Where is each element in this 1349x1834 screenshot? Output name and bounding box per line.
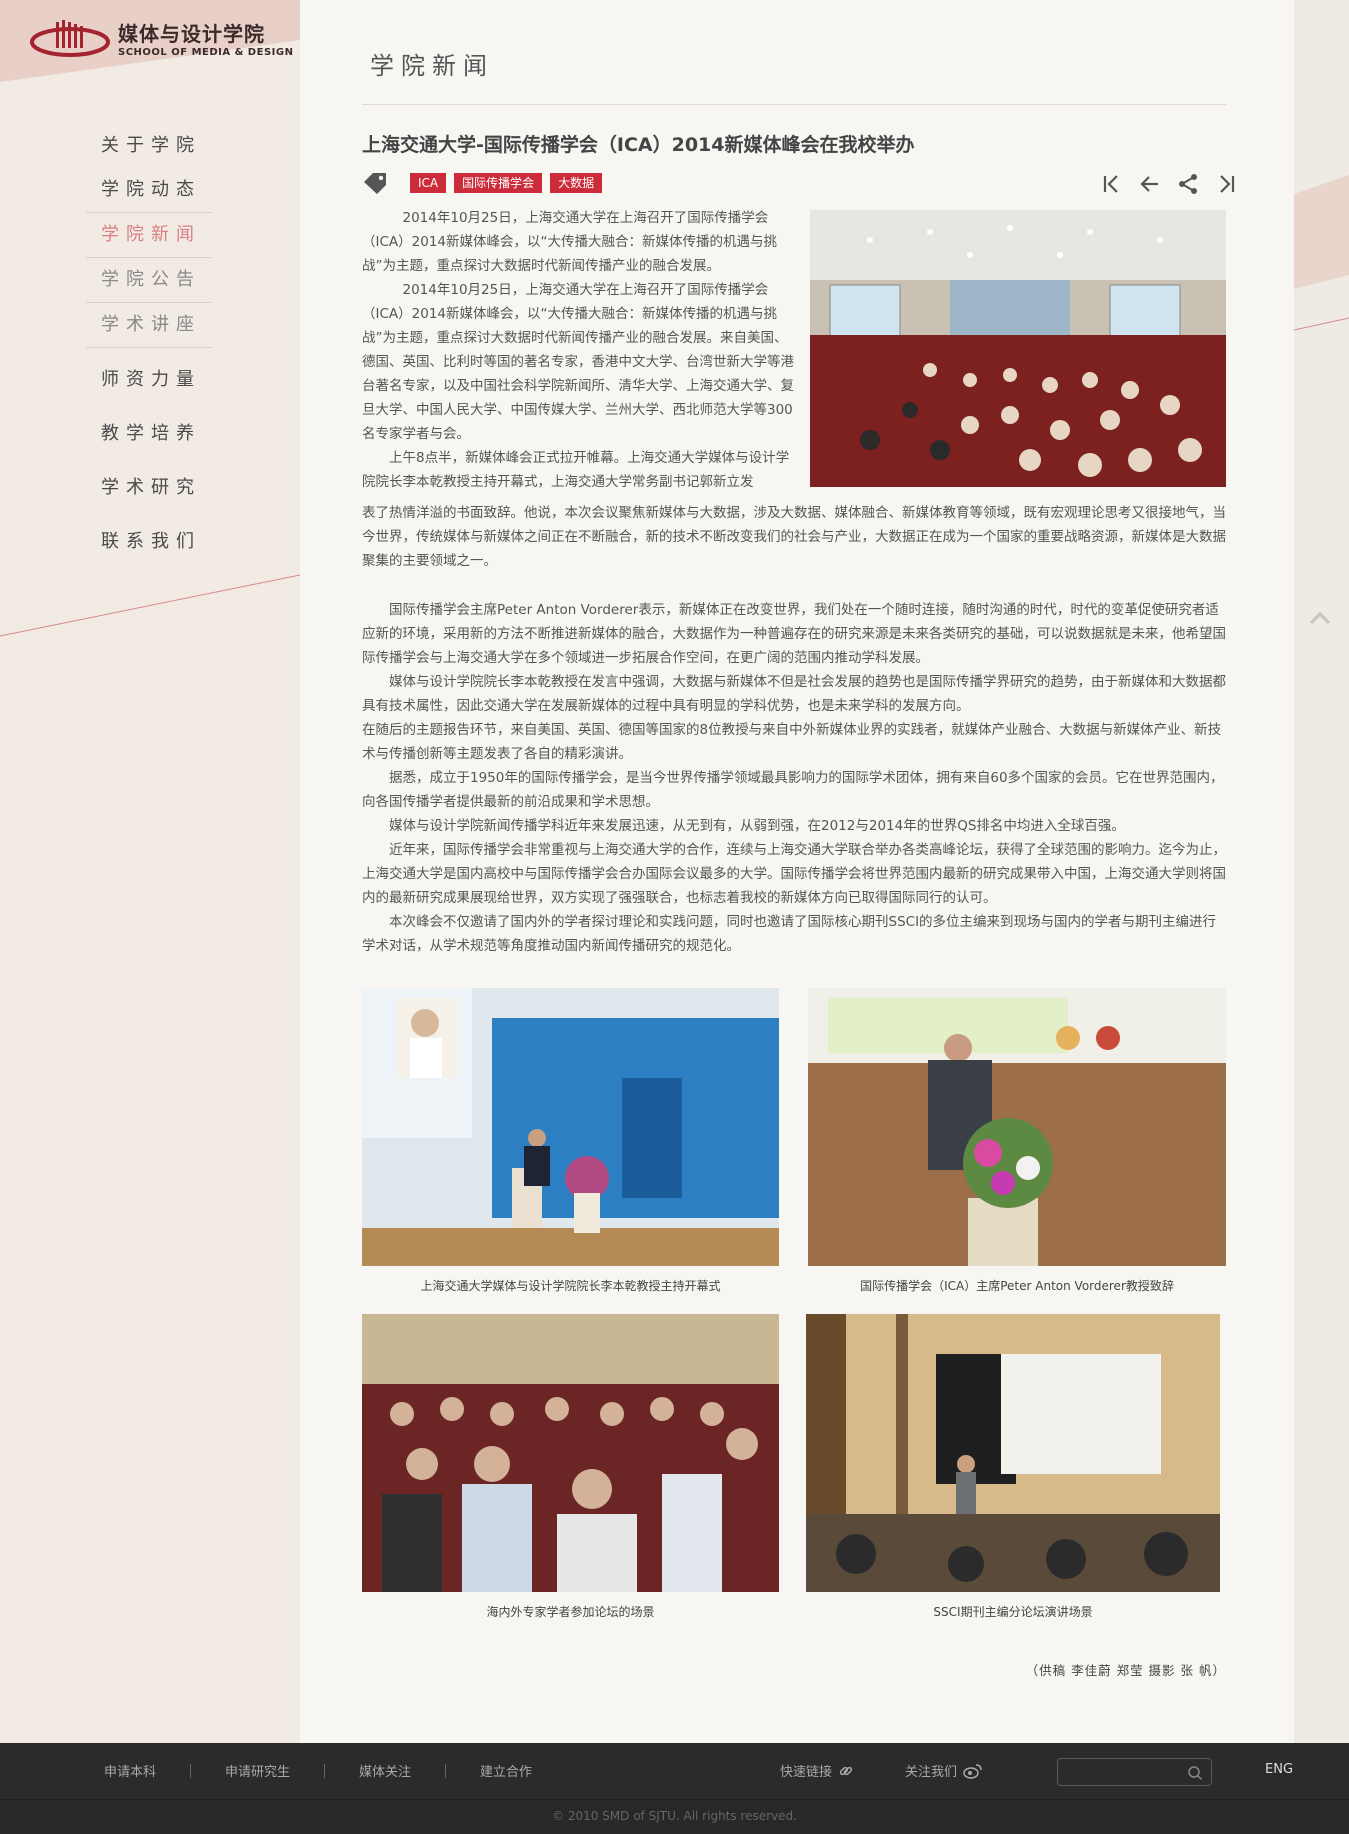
tag-ica-cn[interactable]: 国际传播学会 — [454, 173, 543, 193]
footer-links: 申请本科 申请研究生 媒体关注 建立合作 — [104, 1761, 566, 1780]
article-body-2: 国际传播学会主席Peter Anton Vorderer表示，新媒体正在改变世界… — [362, 598, 1226, 958]
title-divider — [362, 104, 1226, 105]
article-paragraph: 表了热情洋溢的书面致辞。他说，本次会议聚焦新媒体与大数据，涉及大数据、媒体融合、… — [362, 505, 1226, 569]
sidebar-item-education[interactable]: 教学培养 — [86, 412, 212, 456]
logo-name-cn: 媒体与设计学院 — [118, 22, 265, 46]
quick-links-label: 快速链接 — [780, 1765, 833, 1780]
photo-caption: 上海交通大学媒体与设计学院院长李本乾教授主持开幕式 — [420, 1279, 721, 1293]
link-icon — [839, 1766, 853, 1775]
article-toolbar — [1100, 172, 1238, 196]
quick-links-button[interactable]: 快速链接 — [780, 1761, 854, 1780]
sidebar-nav: 关于学院 学院动态 学院新闻 学院公告 学术讲座 师资力量 教学培养 学术研究 … — [86, 124, 212, 564]
section-title: 学院新闻 — [370, 52, 494, 80]
last-article-icon[interactable] — [1214, 172, 1238, 196]
photo-ica-president-speech — [808, 988, 1226, 1266]
main-content: 学院新闻 上海交通大学-国际传播学会（ICA）2014新媒体峰会在我校举办 IC… — [300, 0, 1294, 1743]
article-paragraph: 媒体与设计学院新闻传播学科近年来发展迅速，从无到有，从弱到强，在2012与201… — [389, 818, 1125, 834]
article-paragraph: 媒体与设计学院院长李本乾教授在发言中强调，大数据与新媒体不但是社会发展的趋势也是… — [362, 674, 1226, 714]
tag-row: ICA 国际传播学会 大数据 — [362, 172, 603, 194]
lead-photo-conference-hall — [810, 210, 1226, 487]
article-paragraph: 上午8点半，新媒体峰会正式拉开帷幕。上海交通大学媒体与设计学院院长李本乾教授主持… — [362, 450, 790, 490]
logo-name-en: SCHOOL OF MEDIA & DESIGN — [118, 47, 294, 58]
footer-divider — [324, 1763, 326, 1778]
photo-ssci-forum — [806, 1314, 1220, 1592]
school-logo[interactable]: 媒体与设计学院 SCHOOL OF MEDIA & DESIGN — [30, 16, 293, 60]
sidebar-item-research[interactable]: 学术研究 — [86, 466, 212, 510]
tag-ica[interactable]: ICA — [410, 173, 447, 193]
copyright: © 2010 SMD of SJTU. All rights reserved. — [552, 1809, 797, 1823]
article-paragraph: 在随后的主题报告环节，来自美国、英国、德国等国家的8位教授与来自中外新媒体业界的… — [362, 722, 1222, 762]
footer-link-media[interactable]: 媒体关注 — [359, 1761, 445, 1780]
language-switch[interactable]: ENG — [1265, 1762, 1293, 1777]
logo-mark-icon — [30, 20, 110, 57]
article-body-1: 表了热情洋溢的书面致辞。他说，本次会议聚焦新媒体与大数据，涉及大数据、媒体融合、… — [362, 501, 1226, 573]
footer-divider — [445, 1763, 447, 1778]
footer-search — [1057, 1758, 1212, 1786]
article-paragraph: 本次峰会不仅邀请了国内外的学者探讨理论和实践问题，同时也邀请了国际核心期刊SSC… — [362, 914, 1217, 954]
follow-us-label: 关注我们 — [905, 1765, 958, 1780]
footer-divider — [190, 1763, 192, 1778]
article-intro: 2014年10月25日，上海交通大学在上海召开了国际传播学会（ICA）2014新… — [362, 206, 795, 494]
footer-link-cooperation[interactable]: 建立合作 — [480, 1761, 566, 1780]
photo-caption: 国际传播学会（ICA）主席Peter Anton Vorderer教授致辞 — [860, 1279, 1174, 1293]
sidebar-item-faculty[interactable]: 师资力量 — [86, 358, 212, 402]
footer-link-graduate[interactable]: 申请研究生 — [225, 1761, 324, 1780]
photo-audience — [362, 1314, 779, 1592]
tag-icon — [364, 173, 386, 194]
article-paragraph: 2014年10月25日，上海交通大学在上海召开了国际传播学会（ICA）2014新… — [362, 282, 794, 442]
search-icon[interactable] — [1187, 1765, 1203, 1781]
sidebar-item-lectures[interactable]: 学术讲座 — [86, 303, 212, 347]
article-paragraph: 2014年10月25日，上海交通大学在上海召开了国际传播学会（ICA）2014新… — [362, 210, 777, 274]
sidebar-item-contact[interactable]: 联系我们 — [86, 520, 212, 564]
photo-caption: SSCI期刊主编分论坛演讲场景 — [933, 1605, 1093, 1619]
right-decoration — [1294, 0, 1349, 1743]
photo-caption: 海内外专家学者参加论坛的场景 — [486, 1605, 655, 1619]
article-title: 上海交通大学-国际传播学会（ICA）2014新媒体峰会在我校举办 — [362, 134, 915, 156]
photo-opening-ceremony — [362, 988, 779, 1266]
tag-big-data[interactable]: 大数据 — [550, 173, 603, 193]
search-input[interactable] — [1058, 1759, 1178, 1785]
article-paragraph: 据悉，成立于1950年的国际传播学会，是当今世界传播学领域最具影响力的国际学术团… — [362, 770, 1224, 810]
first-article-icon[interactable] — [1100, 172, 1124, 196]
back-to-top-icon[interactable] — [1308, 610, 1332, 626]
weibo-icon — [963, 1763, 982, 1779]
footer-link-undergrad[interactable]: 申请本科 — [104, 1761, 190, 1780]
sidebar: 媒体与设计学院 SCHOOL OF MEDIA & DESIGN 关于学院 学院… — [0, 0, 300, 1743]
sidebar-item-about[interactable]: 关于学院 — [86, 124, 212, 168]
article-paragraph: 国际传播学会主席Peter Anton Vorderer表示，新媒体正在改变世界… — [362, 602, 1226, 666]
previous-article-icon[interactable] — [1138, 172, 1162, 196]
sidebar-item-college-news[interactable]: 学院新闻 — [86, 213, 212, 257]
photo-credit: （供稿 李佳蔚 郑莹 摄影 张 帆） — [1025, 1663, 1226, 1678]
follow-us-button[interactable]: 关注我们 — [905, 1761, 983, 1780]
article-paragraph: 近年来，国际传播学会非常重视与上海交通大学的合作，连续与上海交通大学联合举办各类… — [362, 842, 1226, 906]
sidebar-item-news-dynamics[interactable]: 学院动态 — [86, 168, 212, 212]
share-icon[interactable] — [1176, 172, 1200, 196]
sidebar-item-announcements[interactable]: 学院公告 — [86, 258, 212, 302]
footer-bar: 申请本科 申请研究生 媒体关注 建立合作 快速链接 关注我们 ENG — [0, 1743, 1349, 1800]
footer: 申请本科 申请研究生 媒体关注 建立合作 快速链接 关注我们 ENG © 201… — [0, 1743, 1349, 1834]
